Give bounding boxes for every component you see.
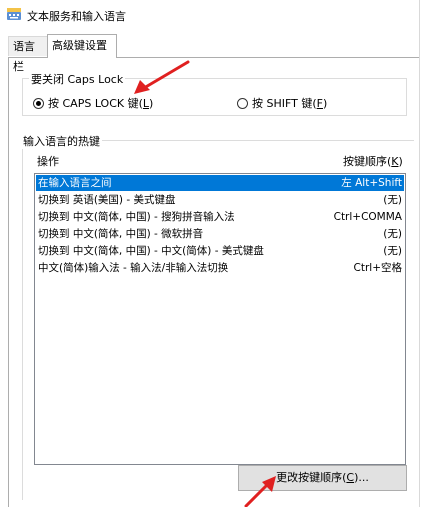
list-item[interactable]: 切换到 中文(简体, 中国) - 微软拼音 (无)	[36, 226, 404, 242]
list-item[interactable]: 中文(简体)输入法 - 输入法/非输入法切换 Ctrl+空格	[36, 260, 404, 276]
list-item-keys: Ctrl+COMMA	[333, 211, 402, 223]
list-item-keys: (无)	[383, 228, 402, 240]
window-edge	[419, 0, 420, 507]
list-item-keys: 左 Alt+Shift	[341, 177, 402, 189]
keyboard-icon	[7, 8, 21, 20]
list-item-action: 中文(简体)输入法 - 输入法/非输入法切换	[38, 262, 229, 274]
tab-advanced-key-settings[interactable]: 高级键设置	[47, 34, 117, 58]
column-header-keys: 按键顺序(K)	[343, 155, 403, 168]
radio-shift[interactable]: 按 SHIFT 键(F)	[237, 95, 327, 111]
list-item-keys: (无)	[383, 245, 402, 257]
radio-shift-label: 按 SHIFT 键(F)	[252, 97, 328, 110]
list-item[interactable]: 切换到 中文(简体, 中国) - 搜狗拼音输入法 Ctrl+COMMA	[36, 209, 404, 225]
title-bar: 文本服务和输入语言	[0, 0, 425, 30]
radio-shift-circle[interactable]	[237, 97, 248, 109]
list-item-keys: (无)	[383, 194, 402, 206]
list-item-action: 切换到 中文(简体, 中国) - 搜狗拼音输入法	[38, 211, 235, 223]
list-item[interactable]: 切换到 英语(美国) - 美式键盘 (无)	[36, 192, 404, 208]
tab-language-bar[interactable]: 语言栏	[8, 36, 48, 73]
window-title: 文本服务和输入语言	[27, 10, 126, 23]
hotkey-list[interactable]: 在输入语言之间 左 Alt+Shift 切换到 英语(美国) - 美式键盘 (无…	[34, 173, 406, 465]
change-key-sequence-button[interactable]: 更改按键顺序(C)...	[238, 465, 407, 491]
tab-strip: 语言栏 高级键设置	[0, 34, 425, 73]
hotkey-legend: 输入语言的热键	[21, 133, 102, 149]
list-item-action: 在输入语言之间	[38, 177, 112, 189]
list-item[interactable]: 切换到 中文(简体, 中国) - 中文(简体) - 美式键盘 (无)	[36, 243, 404, 259]
caps-lock-legend: 要关闭 Caps Lock	[29, 71, 126, 87]
list-item[interactable]: 在输入语言之间 左 Alt+Shift	[36, 175, 404, 191]
list-item-action: 切换到 中文(简体, 中国) - 中文(简体) - 美式键盘	[38, 245, 264, 257]
list-item-action: 切换到 英语(美国) - 美式键盘	[38, 194, 176, 206]
list-item-action: 切换到 中文(简体, 中国) - 微软拼音	[38, 228, 204, 240]
column-header-action: 操作	[37, 155, 59, 168]
list-item-keys: Ctrl+空格	[353, 262, 402, 274]
radio-caps-lock-circle[interactable]	[33, 97, 44, 109]
radio-caps-lock-label: 按 CAPS LOCK 键(L)	[48, 97, 154, 110]
radio-caps-lock[interactable]: 按 CAPS LOCK 键(L)	[33, 95, 153, 111]
